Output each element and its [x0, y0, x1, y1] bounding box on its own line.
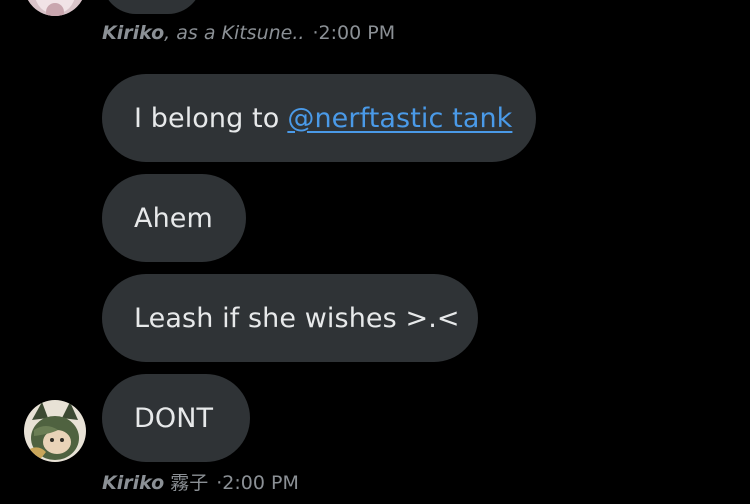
sender-nickname: as a Kitsune..: [176, 22, 305, 44]
message-text: Leash if she wishes >.<: [134, 302, 460, 334]
sender-name[interactable]: Kiriko: [102, 22, 164, 44]
message-meta-top: Kiriko, as a Kitsune.. ·2:00 PM: [102, 22, 395, 44]
sender-name[interactable]: Kiriko: [102, 472, 164, 494]
sender-avatar[interactable]: [24, 400, 86, 462]
message-bubble[interactable]: DONT: [102, 374, 250, 462]
mention-link[interactable]: @nerftastic tank: [287, 103, 512, 134]
sender-nickname: 霧子: [170, 472, 209, 494]
message-meta-bottom: Kiriko 霧子 ·2:00 PM: [102, 468, 299, 495]
sender-avatar-top[interactable]: [24, 0, 86, 16]
message-text: I belong to: [134, 102, 280, 134]
message-text: Ahem: [134, 202, 213, 234]
message-time: ·2:00 PM: [312, 22, 396, 44]
message-time: ·2:00 PM: [216, 472, 299, 494]
meta-separator: ,: [164, 22, 171, 44]
previous-message-bubble[interactable]: [102, 0, 202, 14]
message-bubble[interactable]: I belong to @nerftastic tank: [102, 74, 536, 162]
message-bubble[interactable]: Ahem: [102, 174, 246, 262]
message-bubble[interactable]: Leash if she wishes >.<: [102, 274, 478, 362]
message-text: DONT: [134, 402, 214, 434]
